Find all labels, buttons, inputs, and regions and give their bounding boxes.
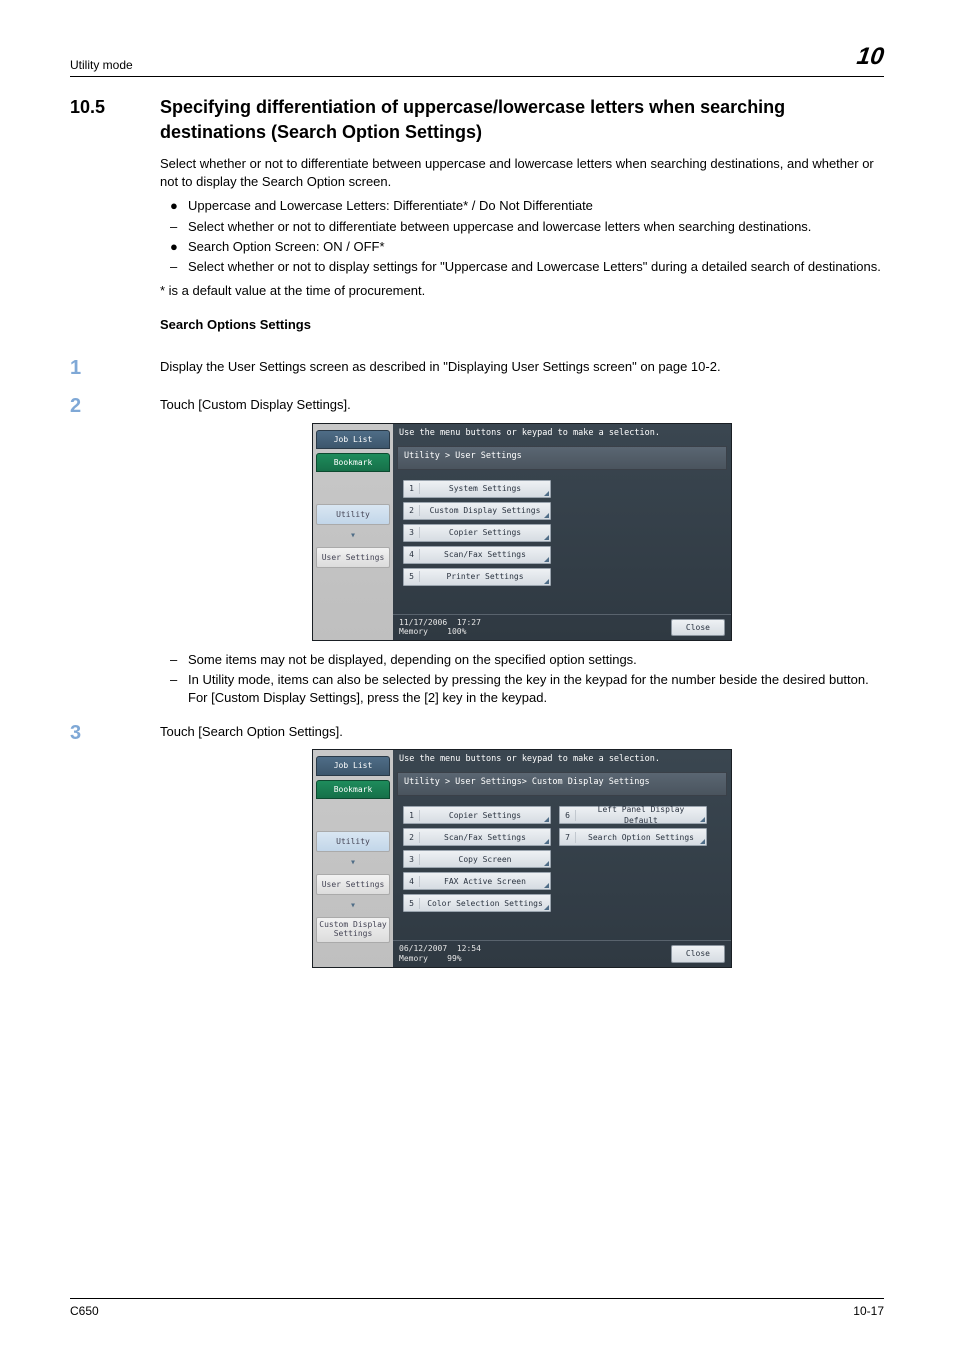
chevron-down-icon: ▾ (316, 899, 390, 913)
bullet-list: ●Uppercase and Lowercase Letters: Differ… (160, 197, 884, 276)
step-3: 3 Touch [Search Option Settings]. Job Li… (70, 719, 884, 977)
lcd-footer: 06/12/2007 12:54 Memory 99% Close (393, 940, 731, 966)
footer-mem: 99% (447, 954, 461, 963)
lcd-instruction: Use the menu buttons or keypad to make a… (393, 750, 731, 770)
menu-printer-settings[interactable]: 5Printer Settings (403, 568, 551, 586)
footer-left: C650 (70, 1303, 99, 1320)
footer-mem-label: Memory (399, 627, 428, 636)
bullet-text: Uppercase and Lowercase Letters: Differe… (188, 197, 884, 215)
menu-copier-settings[interactable]: 1Copier Settings (403, 806, 551, 824)
nav-custom-display-settings[interactable]: Custom Display Settings (316, 917, 390, 943)
menu-search-option-settings[interactable]: 7Search Option Settings (559, 828, 707, 846)
chevron-down-icon: ▾ (316, 856, 390, 870)
nav-utility[interactable]: Utility (316, 504, 390, 525)
tab-job-list[interactable]: Job List (316, 756, 390, 775)
section-intro: Select whether or not to differentiate b… (160, 155, 884, 191)
nav-utility[interactable]: Utility (316, 831, 390, 852)
page: Utility mode 10 10.5 Specifying differen… (0, 0, 954, 1350)
section-number: 10.5 (70, 95, 160, 343)
footer-right: 10-17 (853, 1303, 884, 1320)
lcd-menu: 1Copier Settings 6Left Panel Display Def… (393, 800, 731, 940)
close-button[interactable]: Close (671, 619, 725, 636)
chapter-number: 10 (855, 40, 886, 74)
menu-copy-screen[interactable]: 3Copy Screen (403, 850, 551, 868)
lcd-screenshot-user-settings: Job List Bookmark Utility ▾ User Setting… (312, 423, 732, 641)
bullet-text: Select whether or not to differentiate b… (188, 218, 884, 236)
tab-bookmark[interactable]: Bookmark (316, 453, 390, 472)
lcd-screenshot-custom-display: Job List Bookmark Utility ▾ User Setting… (312, 749, 732, 967)
breadcrumb: Utility > User Settings> Custom Display … (397, 772, 727, 796)
footer-time: 17:27 (457, 618, 481, 627)
menu-system-settings[interactable]: 1System Settings (403, 480, 551, 498)
step-text: Display the User Settings screen as desc… (160, 354, 884, 376)
step-text: Touch [Search Option Settings]. (160, 719, 884, 741)
bullet-text: Search Option Screen: ON / OFF* (188, 238, 884, 256)
bullet-text: Select whether or not to display setting… (188, 258, 884, 276)
lcd-main: Use the menu buttons or keypad to make a… (393, 424, 731, 640)
footer-time: 12:54 (457, 944, 481, 953)
lcd-sidebar: Job List Bookmark Utility ▾ User Setting… (313, 750, 393, 966)
chevron-down-icon: ▾ (316, 529, 390, 543)
step-1: 1 Display the User Settings screen as de… (70, 354, 884, 382)
lcd-menu: 1System Settings 2Custom Display Setting… (393, 474, 731, 614)
lcd-footer: 11/17/2006 17:27 Memory 100% Close (393, 614, 731, 640)
close-button[interactable]: Close (671, 945, 725, 962)
menu-left-panel-display-default[interactable]: 6Left Panel Display Default (559, 806, 707, 824)
procedure-heading: Search Options Settings (160, 316, 884, 334)
step-number: 2 (70, 392, 160, 709)
menu-color-selection-settings[interactable]: 5Color Selection Settings (403, 894, 551, 912)
header-left: Utility mode (70, 57, 133, 74)
lcd-main: Use the menu buttons or keypad to make a… (393, 750, 731, 966)
tab-job-list[interactable]: Job List (316, 430, 390, 449)
note-text: Some items may not be displayed, dependi… (188, 651, 884, 669)
menu-custom-display-settings[interactable]: 2Custom Display Settings (403, 502, 551, 520)
menu-scan-fax-settings[interactable]: 2Scan/Fax Settings (403, 828, 551, 846)
footer-date: 06/12/2007 (399, 944, 447, 953)
step-number: 3 (70, 719, 160, 977)
step-2: 2 Touch [Custom Display Settings]. Job L… (70, 392, 884, 709)
footer-mem-label: Memory (399, 954, 428, 963)
menu-scan-fax-settings[interactable]: 4Scan/Fax Settings (403, 546, 551, 564)
step-text: Touch [Custom Display Settings]. (160, 392, 884, 414)
tab-bookmark[interactable]: Bookmark (316, 780, 390, 799)
lcd-sidebar: Job List Bookmark Utility ▾ User Setting… (313, 424, 393, 640)
breadcrumb: Utility > User Settings (397, 446, 727, 470)
menu-fax-active-screen[interactable]: 4FAX Active Screen (403, 872, 551, 890)
note-text: In Utility mode, items can also be selec… (188, 671, 884, 707)
step-number: 1 (70, 354, 160, 382)
running-header: Utility mode 10 (70, 40, 884, 77)
step-2-notes: –Some items may not be displayed, depend… (160, 651, 884, 708)
nav-user-settings[interactable]: User Settings (316, 874, 390, 895)
lcd-instruction: Use the menu buttons or keypad to make a… (393, 424, 731, 444)
nav-user-settings[interactable]: User Settings (316, 547, 390, 568)
section-heading-row: 10.5 Specifying differentiation of upper… (70, 95, 884, 343)
footer-date: 11/17/2006 (399, 618, 447, 627)
default-note: * is a default value at the time of proc… (160, 282, 884, 300)
section-title: Specifying differentiation of uppercase/… (160, 95, 884, 145)
menu-copier-settings[interactable]: 3Copier Settings (403, 524, 551, 542)
page-footer: C650 10-17 (70, 1298, 884, 1320)
footer-mem: 100% (447, 627, 466, 636)
